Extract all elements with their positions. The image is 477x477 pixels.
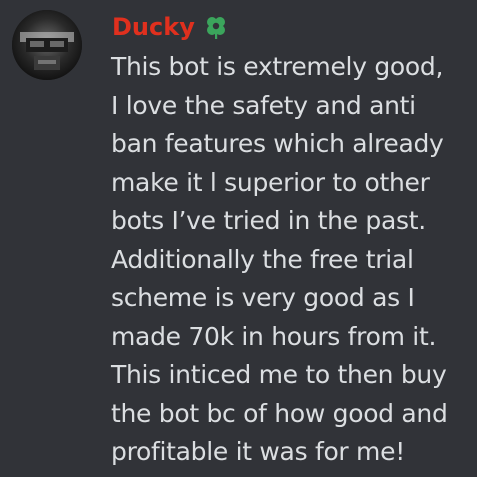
message-line: the bot bc of how good and [111,398,448,428]
message-header: Ducky [112,10,229,44]
message-line: This bot is extremely good, [111,52,444,81]
message-line: make it l superior to other [111,167,430,197]
message-line: made 70k in hours from it. [111,321,437,351]
author-username[interactable]: Ducky [112,10,195,44]
message-line: profitable it was for me! [111,437,405,466]
message-line: This inticed me to then buy [111,360,447,389]
chat-message: Ducky This bot is extremely good, I love… [0,0,477,477]
user-avatar[interactable] [12,10,82,80]
message-line: Additionally the free trial [111,244,414,274]
leaf-clover-icon[interactable] [203,14,229,40]
message-line: ban features which already [111,129,444,158]
message-line: I love the safety and anti [111,90,416,120]
message-content: This bot is extremely good, I love the s… [111,48,466,472]
message-line: scheme is very good as I [111,283,415,312]
message-line: bots I’ve tried in the past. [111,206,426,235]
